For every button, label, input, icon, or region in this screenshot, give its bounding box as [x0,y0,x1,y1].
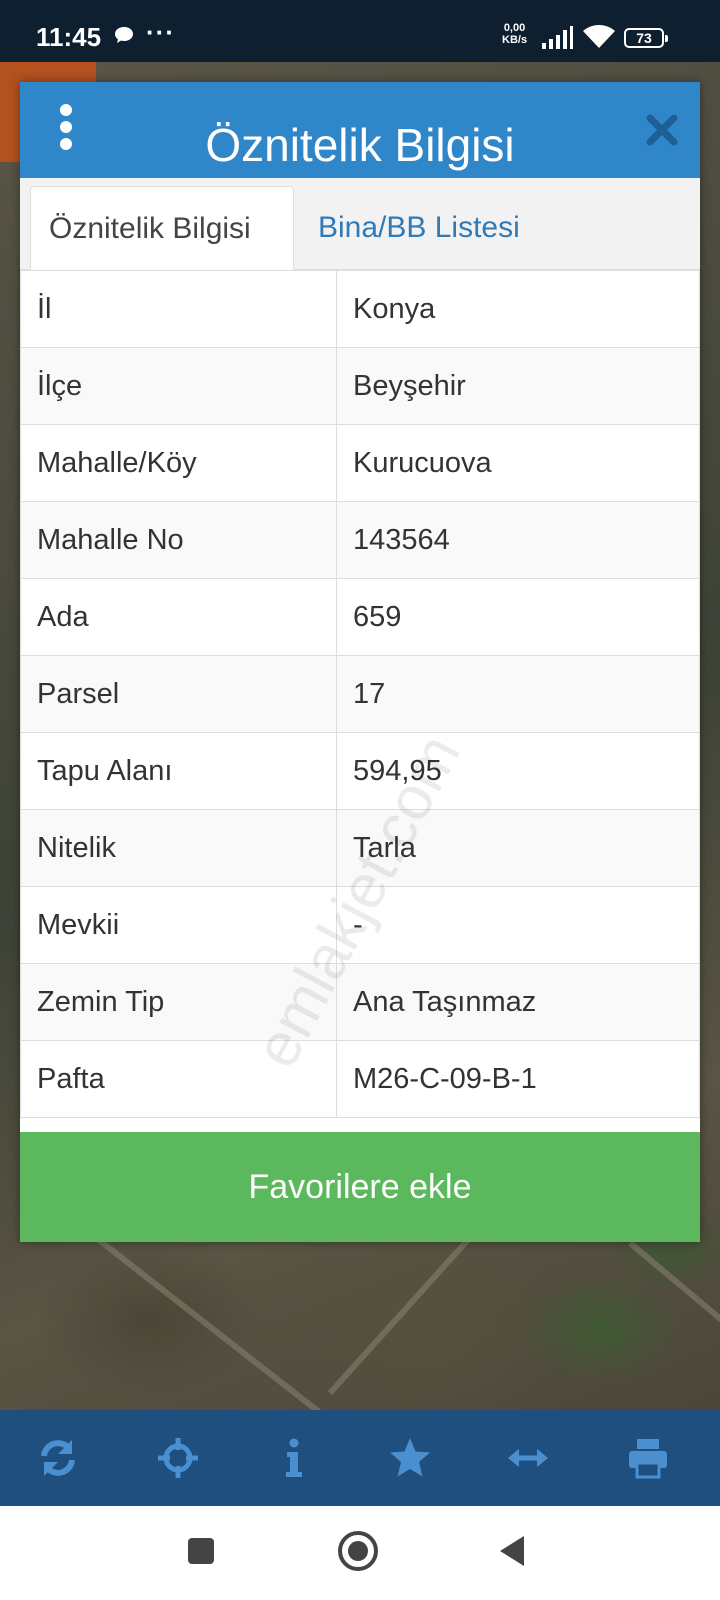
table-row: Nitelik Tarla [20,809,700,887]
table-row: İl Konya [20,270,700,348]
table-row: Mevkii - [20,886,700,964]
close-icon[interactable] [644,112,680,148]
attribute-table: İl Konya İlçe Beyşehir Mahalle/Köy Kurucuov… [20,270,700,1118]
row-key: Mevkii [20,886,337,964]
home-button[interactable] [337,1530,379,1572]
row-value: - [336,886,700,964]
print-icon[interactable] [626,1436,670,1480]
table-row: Ada 659 [20,578,700,656]
more-notifications-icon: ··· [146,17,175,47]
signal-icon [542,26,573,49]
back-button[interactable] [498,1534,526,1568]
battery-icon: 73 [624,28,668,48]
bottom-toolbar [0,1410,720,1506]
row-value: 659 [336,578,700,656]
status-bar: 11:45 ··· 0,00 KB/s 73 [0,0,720,62]
table-row: Tapu Alanı 594,95 [20,732,700,810]
row-key: İl [20,270,337,348]
network-speed-unit: KB/s [502,34,528,46]
network-speed-value: 0,00 [503,22,526,34]
wifi-icon [583,25,615,48]
network-speed: 0,00 KB/s [502,22,527,46]
info-icon[interactable] [272,1436,316,1480]
refresh-icon[interactable] [36,1436,80,1480]
row-key: Ada [20,578,337,656]
dialog-title: Öznitelik Bilgisi [205,119,515,171]
table-row: Mahalle No 143564 [20,501,700,579]
tab-bar: Öznitelik Bilgisi Bina/BB Listesi [20,178,700,270]
row-value: Konya [336,270,700,348]
table-row: Mahalle/Köy Kurucuova [20,424,700,502]
row-value: Beyşehir [336,347,700,425]
row-key: Zemin Tip [20,963,337,1041]
row-key: Mahalle No [20,501,337,579]
table-row: Pafta M26-C-09-B-1 [20,1040,700,1118]
row-value: 17 [336,655,700,733]
status-time: 11:45 [36,22,102,52]
row-value: M26-C-09-B-1 [336,1040,700,1118]
row-key: Parsel [20,655,337,733]
attribute-dialog: Öznitelik Bilgisi Öznitelik Bilgisi Bina… [20,82,700,1242]
row-value: 594,95 [336,732,700,810]
add-to-favorites-button[interactable]: Favorilere ekle [20,1132,700,1242]
row-value: Tarla [336,809,700,887]
table-row: Zemin Tip Ana Taşınmaz [20,963,700,1041]
message-icon [115,27,133,43]
dialog-header: Öznitelik Bilgisi [20,82,700,178]
row-key: Nitelik [20,809,337,887]
tab-building-list[interactable]: Bina/BB Listesi [300,186,538,270]
row-key: Pafta [20,1040,337,1118]
recent-apps-button[interactable] [188,1538,214,1564]
row-key: Mahalle/Köy [20,424,337,502]
locate-icon[interactable] [156,1436,200,1480]
system-nav-bar [0,1506,720,1600]
row-key: İlçe [20,347,337,425]
row-key: Tapu Alanı [20,732,337,810]
measure-icon[interactable] [506,1436,550,1480]
tab-attribute-info[interactable]: Öznitelik Bilgisi [30,186,294,270]
table-row: İlçe Beyşehir [20,347,700,425]
row-value: Ana Taşınmaz [336,963,700,1041]
row-value: Kurucuova [336,424,700,502]
row-value: 143564 [336,501,700,579]
star-icon[interactable] [388,1436,432,1480]
table-row: Parsel 17 [20,655,700,733]
